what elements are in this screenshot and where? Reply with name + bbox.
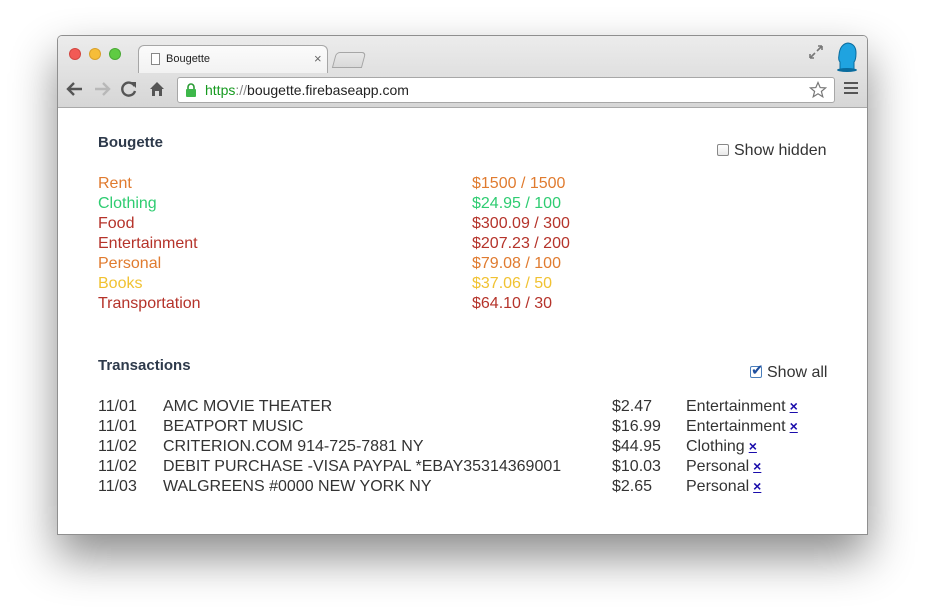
lock-icon <box>186 83 196 97</box>
transaction-category: Personal <box>686 458 750 475</box>
budget-amount: $79.08 / 100 <box>472 255 561 272</box>
transaction-category: Entertainment <box>686 418 786 435</box>
transaction-category: Entertainment <box>686 398 786 415</box>
minimize-window-button[interactable] <box>89 48 101 60</box>
transaction-category-cell: Personal × <box>686 478 761 496</box>
budget-amount: $64.10 / 30 <box>472 295 553 312</box>
budget-amount: $300.09 / 300 <box>472 215 570 232</box>
transaction-date: 11/02 <box>98 438 137 455</box>
transaction-amount: $2.65 <box>612 478 653 495</box>
remove-category-link[interactable]: × <box>749 438 757 454</box>
transaction-date: 11/02 <box>98 458 137 475</box>
budgets-title: Bougette <box>98 134 163 151</box>
transaction-category: Clothing <box>686 438 745 455</box>
transaction-category: Personal <box>686 478 750 495</box>
transaction-amount: $2.47 <box>612 398 653 415</box>
new-tab-button[interactable] <box>331 52 367 68</box>
budget-amount: $37.06 / 50 <box>472 275 553 292</box>
show-hidden-toggle[interactable]: Show hidden <box>717 142 827 160</box>
transaction-amount: $44.95 <box>612 438 661 455</box>
budget-name: Transportation <box>98 295 201 312</box>
tab-bougette[interactable]: Bougette × <box>138 45 328 73</box>
transaction-description: CRITERION.COM 914-725-7881 NY <box>163 438 424 455</box>
transaction-description: WALGREENS #0000 NEW YORK NY <box>163 478 432 495</box>
budget-row: Transportation $64.10 / 30 <box>98 295 598 315</box>
budget-name: Clothing <box>98 195 157 212</box>
transaction-description: DEBIT PURCHASE -VISA PAYPAL *EBAY3531436… <box>163 458 562 475</box>
transaction-row: 11/02 CRITERION.COM 914-725-7881 NY $44.95… <box>98 438 818 458</box>
zoom-window-button[interactable] <box>109 48 121 60</box>
transaction-row: 11/01 AMC MOVIE THEATER $2.47 Entertainment… <box>98 398 818 418</box>
show-all-label: Show all <box>767 364 828 381</box>
show-all-toggle[interactable]: Show all <box>750 361 828 382</box>
budget-amount: $1500 / 1500 <box>472 175 566 192</box>
back-arrow-icon[interactable] <box>66 80 84 98</box>
budget-row: Clothing $24.95 / 100 <box>98 195 598 215</box>
budget-name: Books <box>98 275 143 292</box>
budget-row: Entertainment $207.23 / 200 <box>98 235 598 255</box>
transaction-category-cell: Personal × <box>686 458 761 476</box>
transaction-description: AMC MOVIE THEATER <box>163 398 333 415</box>
budget-name: Food <box>98 215 135 232</box>
budget-name: Personal <box>98 255 162 272</box>
budget-row: Food $300.09 / 300 <box>98 215 598 235</box>
budget-amount: $24.95 / 100 <box>472 195 561 212</box>
transaction-row: 11/01 BEATPORT MUSIC $16.99 Entertainment × <box>98 418 818 438</box>
home-icon[interactable] <box>148 80 166 98</box>
transaction-date: 11/01 <box>98 398 137 415</box>
show-hidden-checkbox[interactable] <box>717 144 729 156</box>
transaction-date: 11/01 <box>98 418 137 435</box>
document-icon <box>151 53 160 65</box>
transaction-date: 11/03 <box>98 478 137 495</box>
remove-category-link[interactable]: × <box>753 478 761 494</box>
remove-category-link[interactable]: × <box>753 458 761 474</box>
transaction-category-cell: Clothing × <box>686 438 757 456</box>
hamburger-menu-icon[interactable] <box>844 82 858 96</box>
url-text: https://bougette.firebaseapp.com <box>205 82 409 98</box>
show-hidden-label: Show hidden <box>734 142 827 159</box>
show-all-checkbox[interactable] <box>750 361 764 379</box>
budget-amount: $207.23 / 200 <box>472 235 570 252</box>
budget-row: Books $37.06 / 50 <box>98 275 598 295</box>
transaction-category-cell: Entertainment × <box>686 418 798 436</box>
browser-window: Bougette × https://bougette.firebaseapp.… <box>57 35 868 535</box>
transaction-description: BEATPORT MUSIC <box>163 418 304 435</box>
budget-row: Rent $1500 / 1500 <box>98 175 598 195</box>
fullscreen-icon[interactable] <box>809 45 823 59</box>
transactions-title: Transactions <box>98 357 191 374</box>
forward-arrow-icon[interactable] <box>93 80 111 98</box>
transaction-row: 11/03 WALGREENS #0000 NEW YORK NY $2.65 Per… <box>98 478 818 498</box>
remove-category-link[interactable]: × <box>790 418 798 434</box>
tab-title: Bougette <box>166 53 211 65</box>
transaction-row: 11/02 DEBIT PURCHASE -VISA PAYPAL *EBAY35… <box>98 458 818 478</box>
transaction-category-cell: Entertainment × <box>686 398 798 416</box>
tab-close-icon[interactable]: × <box>314 51 322 66</box>
address-bar[interactable]: https://bougette.firebaseapp.com <box>177 77 835 103</box>
remove-category-link[interactable]: × <box>790 398 798 414</box>
star-icon[interactable] <box>809 81 827 99</box>
close-window-button[interactable] <box>69 48 81 60</box>
transaction-amount: $10.03 <box>612 458 661 475</box>
budget-row: Personal $79.08 / 100 <box>98 255 598 275</box>
profile-icon[interactable] <box>835 40 859 72</box>
browser-toolbar: Bougette × https://bougette.firebaseapp.… <box>58 36 867 108</box>
reload-icon[interactable] <box>120 80 138 98</box>
transaction-amount: $16.99 <box>612 418 661 435</box>
budget-name: Entertainment <box>98 235 198 252</box>
budget-name: Rent <box>98 175 132 192</box>
page-content: Bougette Show hidden Rent $1500 / 1500 Clo… <box>58 108 867 534</box>
